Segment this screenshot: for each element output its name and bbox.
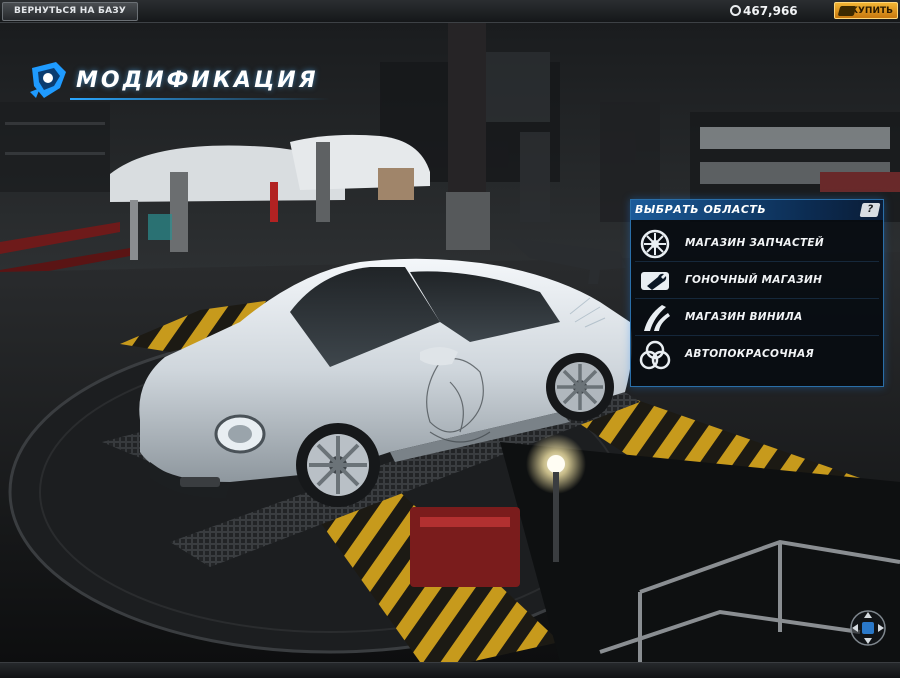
select-area-panel: ВЫБРАТЬ ОБЛАСТЬ ? МАГАЗИН ЗАПЧАСТЕЙ ГОНО… bbox=[630, 199, 884, 387]
top-bar: ВЕРНУТЬСЯ НА БАЗУ 467,966 КУПИТЬ bbox=[0, 0, 900, 23]
help-button[interactable]: ? bbox=[859, 203, 881, 217]
panel-header: ВЫБРАТЬ ОБЛАСТЬ ? bbox=[631, 200, 883, 220]
wrench-icon bbox=[641, 272, 669, 290]
vinyl-stripes-icon bbox=[644, 305, 670, 331]
menu-item-label: МАГАЗИН ЗАПЧАСТЕЙ bbox=[685, 237, 824, 249]
camera-compass-icon[interactable] bbox=[848, 608, 888, 648]
game-screen: ВЕРНУТЬСЯ НА БАЗУ 467,966 КУПИТЬ МОДИФИК… bbox=[0, 0, 900, 678]
back-to-base-button[interactable]: ВЕРНУТЬСЯ НА БАЗУ bbox=[2, 2, 138, 21]
bottom-bar bbox=[0, 662, 900, 678]
menu-item-paint-shop[interactable]: АВТОПОКРАСОЧНАЯ bbox=[635, 338, 879, 372]
menu-item-label: ГОНОЧНЫЙ МАГАЗИН bbox=[685, 274, 823, 286]
menu-item-label: МАГАЗИН ВИНИЛА bbox=[685, 311, 803, 323]
page-title: МОДИФИКАЦИЯ bbox=[76, 68, 319, 93]
menu-item-vinyl-shop[interactable]: МАГАЗИН ВИНИЛА bbox=[635, 301, 879, 336]
paint-circles-icon bbox=[639, 340, 671, 370]
currency-value: 467,966 bbox=[743, 4, 798, 18]
panel-title: ВЫБРАТЬ ОБЛАСТЬ bbox=[635, 203, 767, 216]
menu-item-parts-shop[interactable]: МАГАЗИН ЗАПЧАСТЕЙ bbox=[635, 227, 879, 262]
buy-button-label: КУПИТЬ bbox=[850, 6, 893, 16]
menu-item-race-shop[interactable]: ГОНОЧНЫЙ МАГАЗИН bbox=[635, 264, 879, 299]
boost-card-icon bbox=[837, 6, 857, 16]
menu-item-label: АВТОПОКРАСОЧНАЯ bbox=[685, 348, 814, 360]
currency-display: 467,966 bbox=[730, 3, 798, 19]
buy-button[interactable]: КУПИТЬ bbox=[834, 2, 898, 19]
title-underline bbox=[70, 98, 330, 100]
wheel-icon bbox=[640, 229, 670, 259]
cash-icon bbox=[730, 5, 741, 16]
modification-logo-icon bbox=[30, 62, 66, 98]
